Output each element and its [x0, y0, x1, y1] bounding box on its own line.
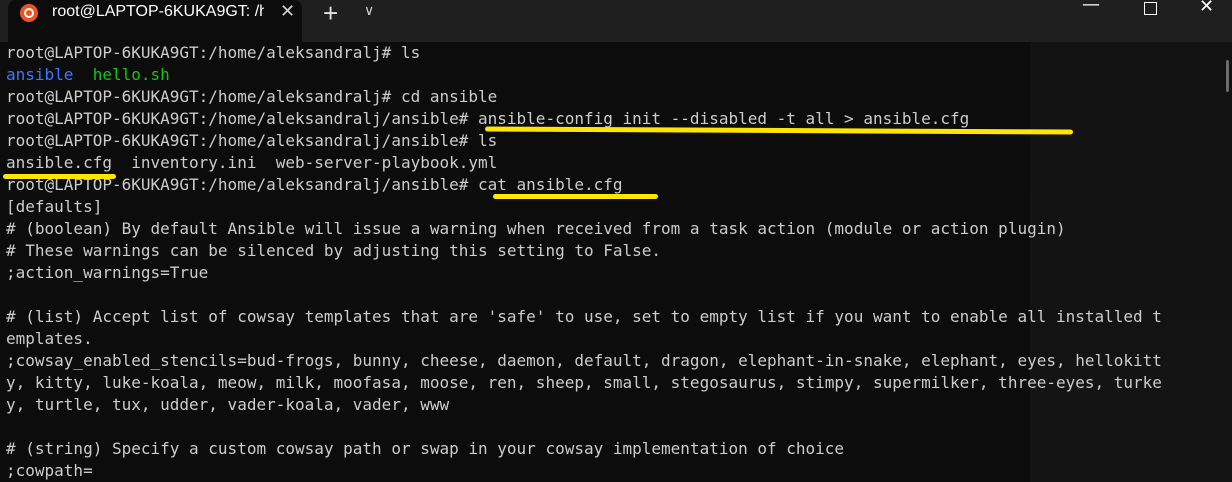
minimize-button[interactable]: —	[1082, 0, 1100, 15]
terminal-line: root@LAPTOP-6KUKA9GT:/home/aleksandralj#…	[6, 87, 498, 106]
terminal-line: ;cowpath=	[6, 461, 93, 480]
ubuntu-icon	[20, 4, 38, 22]
background-window	[1030, 42, 1232, 482]
terminal-line: ;action_warnings=True	[6, 263, 209, 282]
terminal-line: y, kitty, luke-koala, meow, milk, moofas…	[6, 373, 1162, 392]
maximize-button[interactable]	[1144, 2, 1157, 15]
title-bar: root@LAPTOP-6KUKA9GT: /hc ✕ + ∨ — ✕	[0, 0, 1232, 42]
highlight-underline	[484, 126, 1074, 135]
terminal-line: # These warnings can be silenced by adju…	[6, 241, 662, 260]
terminal-output[interactable]: root@LAPTOP-6KUKA9GT:/home/aleksandralj#…	[0, 42, 1232, 482]
terminal-line: # (string) Specify a custom cowsay path …	[6, 439, 845, 458]
highlight-underline	[493, 194, 658, 199]
terminal-line: [defaults]	[6, 197, 103, 216]
terminal-line: ansible hello.sh	[6, 64, 170, 86]
scrollbar-thumb[interactable]	[1226, 60, 1229, 92]
terminal-line: ansible.cfg inventory.ini web-server-pla…	[6, 153, 498, 172]
terminal-line: ;cowsay_enabled_stencils=bud-frogs, bunn…	[6, 351, 1162, 370]
ls-executable: hello.sh	[92, 65, 170, 84]
tab-close-icon[interactable]: ✕	[280, 1, 295, 22]
terminal-tab[interactable]: root@LAPTOP-6KUKA9GT: /hc ✕	[8, 0, 302, 42]
close-window-button[interactable]: ✕	[1199, 0, 1214, 17]
highlight-underline	[3, 174, 116, 179]
new-tab-button[interactable]: +	[323, 0, 338, 29]
terminal-line: # (list) Accept list of cowsay templates…	[6, 307, 1162, 326]
terminal-line: root@LAPTOP-6KUKA9GT:/home/aleksandralj#…	[6, 43, 421, 62]
tab-dropdown-icon[interactable]: ∨	[364, 3, 374, 19]
terminal-line: emplates.	[6, 329, 93, 348]
ls-directory: ansible	[6, 65, 74, 84]
terminal-line: # (boolean) By default Ansible will issu…	[6, 219, 1066, 238]
terminal-line: y, turtle, tux, udder, vader-koala, vade…	[6, 395, 450, 414]
terminal-line: root@LAPTOP-6KUKA9GT:/home/aleksandralj/…	[6, 131, 498, 150]
tab-title: root@LAPTOP-6KUKA9GT: /hc	[52, 3, 264, 20]
